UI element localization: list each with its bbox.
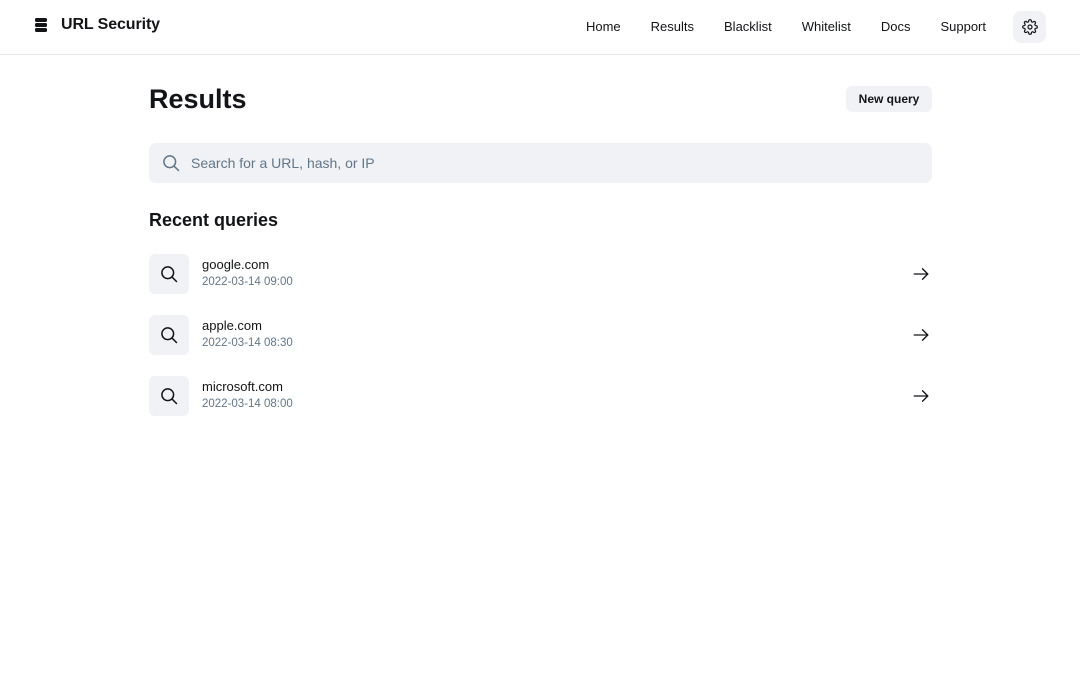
query-timestamp: 2022-03-14 09:00	[202, 276, 293, 288]
settings-button[interactable]	[1013, 11, 1046, 43]
recent-queries-list: google.com 2022-03-14 09:00 apple.com 20…	[149, 254, 932, 437]
stack-logo-icon	[35, 18, 47, 32]
brand-name: URL Security	[61, 16, 160, 33]
nav-link-results[interactable]: Results	[651, 19, 694, 34]
new-query-button[interactable]: New query	[846, 86, 932, 112]
main-nav: Home Results Blacklist Whitelist Docs Su…	[586, 19, 986, 34]
query-name: google.com	[202, 257, 270, 272]
search-icon	[149, 315, 189, 355]
query-item-apple[interactable]: apple.com 2022-03-14 08:30	[149, 315, 932, 376]
search-icon	[151, 143, 191, 183]
arrow-right-icon[interactable]	[912, 326, 930, 344]
query-name: microsoft.com	[202, 379, 283, 394]
query-timestamp: 2022-03-14 08:00	[202, 398, 293, 410]
query-timestamp: 2022-03-14 08:30	[202, 337, 293, 349]
search-icon	[149, 376, 189, 416]
query-name: apple.com	[202, 318, 262, 333]
query-item-microsoft[interactable]: microsoft.com 2022-03-14 08:00	[149, 376, 932, 437]
nav-link-docs[interactable]: Docs	[881, 19, 911, 34]
query-item-google[interactable]: google.com 2022-03-14 09:00	[149, 254, 932, 315]
brand[interactable]: URL Security	[34, 16, 160, 34]
top-navigation-bar: URL Security Home Results Blacklist Whit…	[0, 0, 1080, 55]
gear-icon	[1021, 19, 1038, 35]
search-bar	[149, 143, 932, 183]
search-input[interactable]	[191, 143, 932, 183]
arrow-right-icon[interactable]	[912, 265, 930, 283]
search-icon	[149, 254, 189, 294]
arrow-right-icon[interactable]	[912, 387, 930, 405]
page-title: Results	[149, 84, 247, 114]
nav-link-whitelist[interactable]: Whitelist	[802, 19, 851, 34]
recent-queries-heading: Recent queries	[149, 210, 279, 230]
nav-link-home[interactable]: Home	[586, 19, 621, 34]
nav-link-blacklist[interactable]: Blacklist	[724, 19, 772, 34]
nav-link-support[interactable]: Support	[940, 19, 986, 34]
